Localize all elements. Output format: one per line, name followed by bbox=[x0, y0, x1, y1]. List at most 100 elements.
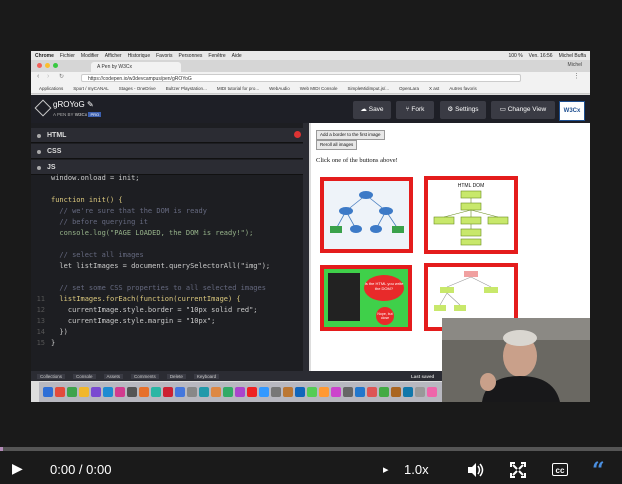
dock-app-icon[interactable] bbox=[247, 387, 257, 397]
dock-app-icon[interactable] bbox=[103, 387, 113, 397]
html-dom-graphic bbox=[433, 190, 509, 246]
dock-app-icon[interactable] bbox=[79, 387, 89, 397]
menu-item[interactable]: Historique bbox=[128, 53, 151, 59]
dock-app-icon[interactable] bbox=[295, 387, 305, 397]
footer-console-button[interactable]: Console bbox=[73, 373, 96, 379]
dock-app-icon[interactable] bbox=[91, 387, 101, 397]
dock-app-icon[interactable] bbox=[331, 387, 341, 397]
bookmark-item[interactable]: X ast bbox=[429, 86, 439, 91]
js-code-area[interactable]: window.onload = init; function init() { /… bbox=[31, 173, 303, 373]
address-bar[interactable]: https://codepen.io/w3devcampus/pen/gROYo… bbox=[81, 74, 521, 82]
dock-app-icon[interactable] bbox=[199, 387, 209, 397]
pencil-icon[interactable]: ✎ bbox=[87, 100, 94, 109]
settings-button[interactable]: ⚙ Settings bbox=[440, 101, 486, 119]
dock-app-icon[interactable] bbox=[139, 387, 149, 397]
panel-css-header[interactable]: CSS bbox=[31, 144, 309, 159]
bookmark-item[interactable]: Sport / myCANAL bbox=[73, 86, 109, 91]
footer-assets-button[interactable]: Assets bbox=[103, 373, 124, 379]
dock-app-icon[interactable] bbox=[427, 387, 437, 397]
dock-app-icon[interactable] bbox=[211, 387, 221, 397]
video-frame[interactable]: Chrome Fichier Modifier Afficher Histori… bbox=[31, 51, 590, 402]
menu-item[interactable]: Fichier bbox=[60, 53, 75, 59]
fork-button[interactable]: ⑂ Fork bbox=[396, 101, 434, 119]
bookmark-item[interactable]: Stages - OneDrive bbox=[119, 86, 156, 91]
dock-app-icon[interactable] bbox=[307, 387, 317, 397]
pen-title[interactable]: gROYoG ✎ bbox=[53, 100, 94, 109]
dock-app-icon[interactable] bbox=[163, 387, 173, 397]
author-name[interactable]: W3Cx bbox=[75, 112, 88, 117]
closed-captions-icon[interactable]: cc bbox=[552, 463, 568, 476]
bookmark-item[interactable]: Bultzer Playstation... bbox=[166, 86, 207, 91]
dock-app-icon[interactable] bbox=[259, 387, 269, 397]
w3c-logo[interactable]: W3Cx bbox=[559, 101, 585, 121]
back-arrow-icon[interactable]: ‹ bbox=[37, 73, 39, 80]
dock-app-icon[interactable] bbox=[391, 387, 401, 397]
bookmark-item[interactable]: Applications bbox=[39, 86, 63, 91]
clock-text: Ven. 16:56 bbox=[528, 52, 553, 59]
browser-tab[interactable]: A Pen by W3Cx bbox=[91, 62, 181, 72]
dock-app-icon[interactable] bbox=[379, 387, 389, 397]
gear-icon[interactable] bbox=[37, 150, 41, 154]
reroll-images-button[interactable]: Reroll all images bbox=[316, 140, 358, 150]
gear-icon[interactable] bbox=[37, 134, 41, 138]
dock-app-icon[interactable] bbox=[187, 387, 197, 397]
user-name[interactable]: Michel Buffa bbox=[559, 53, 586, 59]
close-window-icon[interactable] bbox=[37, 63, 42, 68]
reload-icon[interactable]: ↻ bbox=[59, 73, 64, 80]
menu-item[interactable]: Favoris bbox=[156, 53, 172, 59]
footer-keyboard-button[interactable]: Keyboard bbox=[193, 373, 220, 379]
dock-app-icon[interactable] bbox=[223, 387, 233, 397]
bookmark-item[interactable]: MIDI tutorial for pro... bbox=[217, 86, 259, 91]
dock-app-icon[interactable] bbox=[343, 387, 353, 397]
speed-arrow-icon[interactable]: ▸ bbox=[383, 463, 389, 476]
dock-app-icon[interactable] bbox=[175, 387, 185, 397]
browser-profile[interactable]: Michel bbox=[568, 62, 582, 68]
bookmark-item[interactable]: WebAudio bbox=[269, 86, 290, 91]
dock-app-icon[interactable] bbox=[235, 387, 245, 397]
dock-app-icon[interactable] bbox=[127, 387, 137, 397]
footer-collections-button[interactable]: Collections bbox=[37, 373, 66, 379]
forward-arrow-icon[interactable]: › bbox=[47, 73, 49, 80]
change-view-button[interactable]: ▭ Change View bbox=[491, 101, 555, 119]
dock-app-icon[interactable] bbox=[151, 387, 161, 397]
dock-app-icon[interactable] bbox=[283, 387, 293, 397]
menu-item[interactable]: Afficher bbox=[105, 53, 122, 59]
volume-icon[interactable] bbox=[467, 462, 485, 478]
menu-dots-icon[interactable]: ⋮ bbox=[573, 72, 580, 80]
dock-app-icon[interactable] bbox=[43, 387, 53, 397]
playback-speed-button[interactable]: 1.0x bbox=[404, 462, 429, 477]
code-line: // we're sure that the DOM is ready bbox=[31, 206, 303, 217]
menu-item[interactable]: Aide bbox=[232, 53, 242, 59]
maximize-window-icon[interactable] bbox=[53, 63, 58, 68]
footer-comments-button[interactable]: Comments bbox=[131, 373, 159, 379]
bookmark-item[interactable]: SimpleMidiInput.js/... bbox=[347, 86, 389, 91]
bookmark-item[interactable]: Web MIDI Console bbox=[300, 86, 338, 91]
dock-app-icon[interactable] bbox=[67, 387, 77, 397]
add-border-button[interactable]: Add a border to the first image bbox=[316, 130, 385, 140]
gear-icon[interactable] bbox=[37, 166, 41, 170]
menu-item[interactable]: Personnes bbox=[179, 53, 203, 59]
dock-app-icon[interactable] bbox=[271, 387, 281, 397]
dock-app-icon[interactable] bbox=[55, 387, 65, 397]
error-icon[interactable] bbox=[294, 131, 301, 138]
dock-app-icon[interactable] bbox=[355, 387, 365, 397]
speech-bubble-small: Nope, but close bbox=[376, 307, 394, 325]
dock-app-icon[interactable] bbox=[115, 387, 125, 397]
bookmark-item[interactable]: Autres favoris bbox=[449, 86, 477, 91]
menu-app-name[interactable]: Chrome bbox=[35, 53, 54, 59]
dock-app-icon[interactable] bbox=[415, 387, 425, 397]
menu-item[interactable]: Fenêtre bbox=[208, 53, 225, 59]
dock-app-icon[interactable] bbox=[319, 387, 329, 397]
dock-app-icon[interactable] bbox=[403, 387, 413, 397]
save-button[interactable]: ☁ Save bbox=[353, 101, 391, 119]
menu-item[interactable]: Modifier bbox=[81, 53, 99, 59]
fullscreen-icon[interactable] bbox=[510, 462, 526, 478]
dock-app-icon[interactable] bbox=[367, 387, 377, 397]
minimize-window-icon[interactable] bbox=[45, 63, 50, 68]
footer-delete-button[interactable]: Delete bbox=[166, 373, 186, 379]
transcript-icon[interactable]: “ bbox=[592, 458, 605, 484]
play-button[interactable]: ▶ bbox=[12, 461, 23, 477]
panel-html-header[interactable]: HTML bbox=[31, 128, 309, 143]
resize-handle[interactable] bbox=[303, 123, 309, 377]
bookmark-item[interactable]: OpenLara bbox=[399, 86, 419, 91]
